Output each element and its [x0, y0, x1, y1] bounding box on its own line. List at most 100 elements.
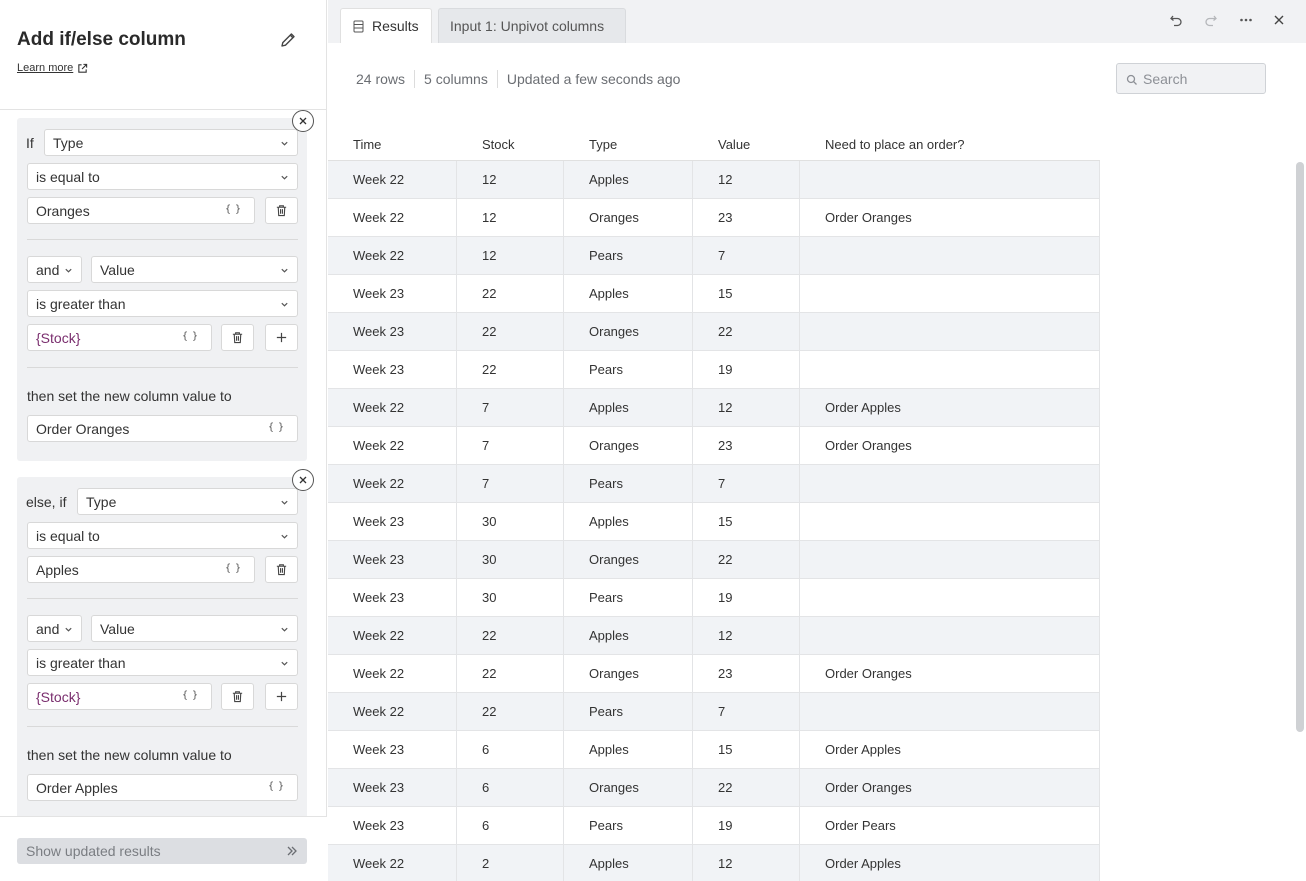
delete-condition-button[interactable]	[265, 197, 298, 224]
cell-need-order: Order Apples	[800, 389, 1100, 427]
table-row[interactable]: Week 23 22 Oranges 22	[328, 313, 1100, 351]
column-header-stock[interactable]: Stock	[482, 137, 515, 152]
and-column-select[interactable]: Value	[91, 615, 298, 642]
remove-block-button[interactable]	[292, 110, 314, 132]
cell-value: 15	[693, 731, 800, 769]
cell-time: Week 22	[328, 161, 457, 199]
table-row[interactable]: Week 22 12 Apples 12	[328, 161, 1100, 199]
tab-input-1[interactable]: Input 1: Unpivot columns	[438, 8, 626, 43]
column-header-value[interactable]: Value	[718, 137, 750, 152]
and-column-select[interactable]: Value	[91, 256, 298, 283]
and-value-input[interactable]: {Stock} { }	[27, 683, 212, 710]
condition-operator-value: is equal to	[36, 168, 100, 185]
variable-braces-icon[interactable]: { }	[268, 781, 284, 792]
condition-value-input[interactable]: Oranges { }	[27, 197, 255, 224]
table-row[interactable]: Week 23 30 Oranges 22	[328, 541, 1100, 579]
table-row[interactable]: Week 22 22 Pears 7	[328, 693, 1100, 731]
condition-operator-select[interactable]: is equal to	[27, 522, 298, 549]
chevron-down-icon	[65, 268, 72, 273]
condition-column-select[interactable]: Type	[77, 488, 298, 515]
and-operator-select[interactable]: is greater than	[27, 649, 298, 676]
more-icon[interactable]	[1237, 11, 1255, 29]
plus-icon	[276, 332, 287, 343]
conditions-scroll-area[interactable]: If Type is equal to Oranges { } and Valu…	[0, 110, 327, 816]
then-value-input[interactable]: Order Apples { }	[27, 774, 298, 801]
table-row[interactable]: Week 22 7 Oranges 23 Order Oranges	[328, 427, 1100, 465]
column-header-time[interactable]: Time	[353, 137, 381, 152]
table-row[interactable]: Week 23 6 Oranges 22 Order Oranges	[328, 769, 1100, 807]
variable-braces-icon[interactable]: { }	[182, 331, 198, 342]
and-operator-select[interactable]: is greater than	[27, 290, 298, 317]
cell-value: 19	[693, 579, 800, 617]
show-updated-results-button[interactable]: Show updated results	[17, 838, 307, 864]
cell-value: 23	[693, 199, 800, 237]
delete-condition-button[interactable]	[221, 324, 254, 351]
table-row[interactable]: Week 23 30 Pears 19	[328, 579, 1100, 617]
tab-results[interactable]: Results	[340, 8, 432, 43]
chevron-down-icon	[281, 661, 288, 666]
cell-type: Oranges	[564, 313, 693, 351]
cell-stock: 22	[457, 655, 564, 693]
remove-block-button[interactable]	[292, 469, 314, 491]
cell-type: Apples	[564, 161, 693, 199]
pencil-icon[interactable]	[278, 30, 298, 50]
variable-braces-icon[interactable]: { }	[182, 690, 198, 701]
cell-time: Week 22	[328, 427, 457, 465]
condition-column-value: Type	[86, 493, 117, 510]
condition-value-input[interactable]: Apples { }	[27, 556, 255, 583]
cell-value: 15	[693, 503, 800, 541]
table-row[interactable]: Week 22 12 Pears 7	[328, 237, 1100, 275]
chevron-down-icon	[281, 500, 288, 505]
table-row[interactable]: Week 23 30 Apples 15	[328, 503, 1100, 541]
cell-stock: 6	[457, 731, 564, 769]
condition-value-text: Apples	[36, 561, 79, 578]
cell-time: Week 23	[328, 351, 457, 389]
cell-time: Week 22	[328, 617, 457, 655]
vertical-scrollbar[interactable]	[1296, 162, 1304, 732]
table-row[interactable]: Week 22 22 Apples 12	[328, 617, 1100, 655]
condition-column-select[interactable]: Type	[44, 129, 298, 156]
trash-icon	[232, 691, 243, 703]
table-row[interactable]: Week 22 22 Oranges 23 Order Oranges	[328, 655, 1100, 693]
variable-braces-icon[interactable]: { }	[225, 204, 241, 215]
then-value-input[interactable]: Order Oranges { }	[27, 415, 298, 442]
delete-condition-button[interactable]	[265, 556, 298, 583]
table-row[interactable]: Week 22 7 Apples 12 Order Apples	[328, 389, 1100, 427]
delete-condition-button[interactable]	[221, 683, 254, 710]
table-row[interactable]: Week 23 22 Pears 19	[328, 351, 1100, 389]
table-row[interactable]: Week 22 12 Oranges 23 Order Oranges	[328, 199, 1100, 237]
variable-braces-icon[interactable]: { }	[268, 422, 284, 433]
row-count: 24 rows	[356, 71, 406, 87]
logic-and-select[interactable]: and	[27, 615, 82, 642]
variable-braces-icon[interactable]: { }	[225, 563, 241, 574]
column-header-type[interactable]: Type	[589, 137, 617, 152]
redo-icon[interactable]	[1202, 11, 1220, 29]
table-row[interactable]: Week 23 6 Pears 19 Order Pears	[328, 807, 1100, 845]
cell-time: Week 23	[328, 313, 457, 351]
logic-and-select[interactable]: and	[27, 256, 82, 283]
cell-stock: 22	[457, 275, 564, 313]
cell-type: Pears	[564, 807, 693, 845]
and-value-text: {Stock}	[36, 329, 81, 346]
add-condition-button[interactable]	[265, 683, 298, 710]
cell-time: Week 23	[328, 579, 457, 617]
table-row[interactable]: Week 23 22 Apples 15	[328, 275, 1100, 313]
learn-more-link[interactable]: Learn more	[17, 62, 88, 74]
table-row[interactable]: Week 22 7 Pears 7	[328, 465, 1100, 503]
cell-need-order: Order Apples	[800, 845, 1100, 881]
add-condition-button[interactable]	[265, 324, 298, 351]
table-row[interactable]: Week 23 6 Apples 15 Order Apples	[328, 731, 1100, 769]
divider	[27, 239, 298, 240]
column-header-need-order[interactable]: Need to place an order?	[825, 137, 964, 152]
undo-icon[interactable]	[1167, 11, 1185, 29]
condition-operator-select[interactable]: is equal to	[27, 163, 298, 190]
cell-value: 12	[693, 161, 800, 199]
close-icon[interactable]	[1270, 11, 1288, 29]
chevron-down-icon	[281, 627, 288, 632]
table-row[interactable]: Week 22 2 Apples 12 Order Apples	[328, 845, 1100, 881]
tab-input-1-label: Input 1: Unpivot columns	[450, 18, 605, 34]
cell-need-order	[800, 617, 1100, 655]
if-label: If	[26, 135, 34, 151]
and-value-input[interactable]: {Stock} { }	[27, 324, 212, 351]
search-input[interactable]: Search	[1116, 63, 1266, 94]
